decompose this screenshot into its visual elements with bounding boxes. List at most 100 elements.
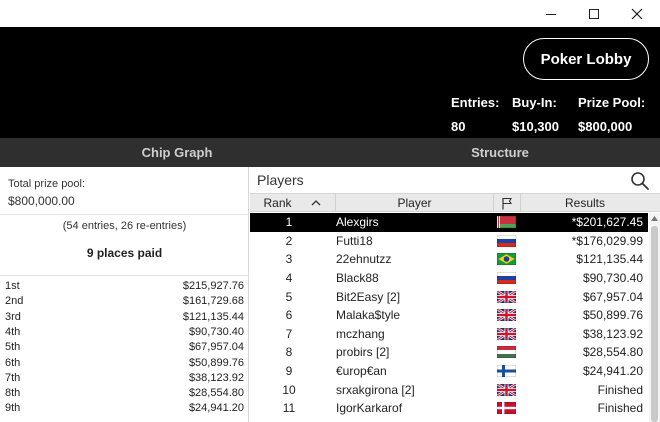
table-row[interactable]: 11 IgorKarkarof Finished: [250, 399, 648, 418]
tab-chip-graph[interactable]: Chip Graph: [0, 138, 354, 167]
player-name-cell: IgorKarkarof: [336, 401, 403, 416]
payout-place: 4th: [5, 325, 21, 338]
divider: [0, 214, 249, 215]
table-row[interactable]: 9 €urop€an $24,941.20: [250, 362, 648, 381]
player-name-cell: €urop€an: [336, 364, 387, 379]
entries-note: (54 entries, 26 re-entries): [62, 220, 187, 232]
players-panel: Players Rank Player Results 1 Alexgirs *$2…: [250, 167, 660, 422]
table-row[interactable]: 2 Futti18 *$176,029.99: [250, 232, 648, 251]
table-row[interactable]: 3 22ehnutzz $121,135.44: [250, 250, 648, 269]
payout-place: 6th: [5, 356, 21, 369]
result-cell: $28,554.80: [582, 345, 643, 360]
rank-cell: 3: [285, 252, 293, 267]
rank-cell: 9: [285, 364, 293, 379]
payout-row: 2nd $161,729.68: [5, 295, 244, 308]
scroll-thumb[interactable]: [651, 226, 658, 422]
country-flag-cell: [496, 362, 516, 381]
player-name-cell: Black88: [336, 271, 379, 286]
rank-cell: 4: [285, 271, 293, 286]
russia-flag-icon: [496, 272, 516, 285]
table-row[interactable]: 1 Alexgirs *$201,627.45: [250, 213, 648, 232]
table-row[interactable]: 10 srxakgirona [2] Finished: [250, 380, 648, 399]
player-name-cell: probirs [2]: [336, 345, 390, 360]
table-row[interactable]: 6 Malaka$tyle $50,899.76: [250, 306, 648, 325]
rank-cell: 10: [282, 382, 296, 397]
window-titlebar: [0, 0, 660, 27]
column-rank-label: Rank: [263, 196, 292, 210]
rank-cell: 8: [285, 345, 293, 360]
maximize-button[interactable]: [571, 0, 617, 27]
russia-flag-icon: [496, 234, 516, 247]
close-button[interactable]: [614, 0, 660, 27]
payout-row: 9th $24,941.20: [5, 402, 244, 415]
country-flag-cell: [496, 380, 516, 399]
players-title: Players: [257, 172, 304, 188]
minimize-button[interactable]: [528, 0, 574, 27]
payout-place: 8th: [5, 387, 21, 400]
uk-flag-icon: [496, 290, 516, 303]
payout-amount: $121,135.44: [182, 310, 244, 323]
result-cell: $121,135.44: [576, 252, 643, 267]
chevron-up-icon: [651, 216, 658, 221]
poker-lobby-button[interactable]: Poker Lobby: [523, 38, 649, 80]
rank-cell: 1: [285, 215, 293, 230]
player-name-cell: srxakgirona [2]: [336, 382, 415, 397]
rank-cell: 5: [285, 289, 293, 304]
flag-icon: [502, 197, 512, 209]
column-results[interactable]: Results: [521, 194, 649, 212]
column-country[interactable]: [494, 194, 521, 212]
table-row[interactable]: 8 probirs [2] $28,554.80: [250, 343, 648, 362]
column-results-label: Results: [564, 196, 605, 210]
player-name-cell: Alexgirs: [336, 215, 379, 230]
player-name-cell: Bit2Easy [2]: [336, 289, 401, 304]
country-flag-cell: [496, 213, 516, 232]
payout-row: 5th $67,957.04: [5, 341, 244, 354]
scroll-up-button[interactable]: [649, 213, 660, 224]
country-flag-cell: [496, 399, 516, 418]
result-cell: $24,941.20: [582, 364, 643, 379]
payout-row: 6th $50,899.76: [5, 357, 244, 370]
table-row[interactable]: 4 Black88 $90,730.40: [250, 269, 648, 288]
hungary-flag-icon: [496, 346, 516, 359]
brazil-flag-icon: [496, 253, 516, 266]
payout-place: 1st: [5, 280, 20, 292]
payout-amount: $38,123.92: [188, 371, 244, 384]
buyin-value: $10,300: [512, 119, 559, 134]
prize-pool-label: Prize Pool:: [578, 95, 646, 110]
search-button[interactable]: [630, 171, 650, 191]
player-name-cell: mczhang: [336, 326, 385, 341]
payout-row: 7th $38,123.92: [5, 372, 244, 385]
payout-amount: $28,554.80: [188, 387, 244, 400]
country-flag-cell: [496, 306, 516, 325]
payout-place: 9th: [5, 402, 21, 415]
column-player[interactable]: Player: [336, 194, 494, 212]
result-cell: Finished: [597, 401, 643, 416]
uk-flag-icon: [496, 383, 516, 396]
payout-row: 1st $215,927.76: [5, 280, 244, 293]
uk-flag-icon: [496, 327, 516, 340]
result-cell: Finished: [597, 382, 643, 397]
prize-panel: Total prize pool: $800,000.00 (54 entrie…: [0, 167, 249, 422]
payout-place: 2nd: [5, 295, 24, 308]
maximize-icon: [589, 8, 599, 19]
country-flag-cell: [496, 325, 516, 344]
belarus-flag-icon: [496, 216, 516, 229]
player-name-cell: Futti18: [336, 233, 373, 248]
result-cell: $38,123.92: [582, 326, 643, 341]
country-flag-cell: [496, 343, 516, 362]
table-row[interactable]: 7 mczhang $38,123.92: [250, 325, 648, 344]
denmark-flag-icon: [496, 402, 516, 415]
table-row[interactable]: 5 Bit2Easy [2] $67,957.04: [250, 287, 648, 306]
result-cell: *$201,627.45: [571, 215, 643, 230]
rank-cell: 7: [285, 326, 293, 341]
divider: [0, 275, 249, 276]
country-flag-cell: [496, 232, 516, 251]
search-icon: [631, 172, 649, 190]
tab-structure[interactable]: Structure: [354, 138, 646, 167]
player-name-cell: Malaka$tyle: [336, 308, 401, 323]
result-cell: $50,899.76: [582, 308, 643, 323]
column-rank[interactable]: Rank: [250, 194, 336, 212]
player-name-cell: 22ehnutzz: [336, 252, 392, 267]
scrollbar[interactable]: [649, 213, 660, 422]
payout-row: 4th $90,730.40: [5, 326, 244, 339]
